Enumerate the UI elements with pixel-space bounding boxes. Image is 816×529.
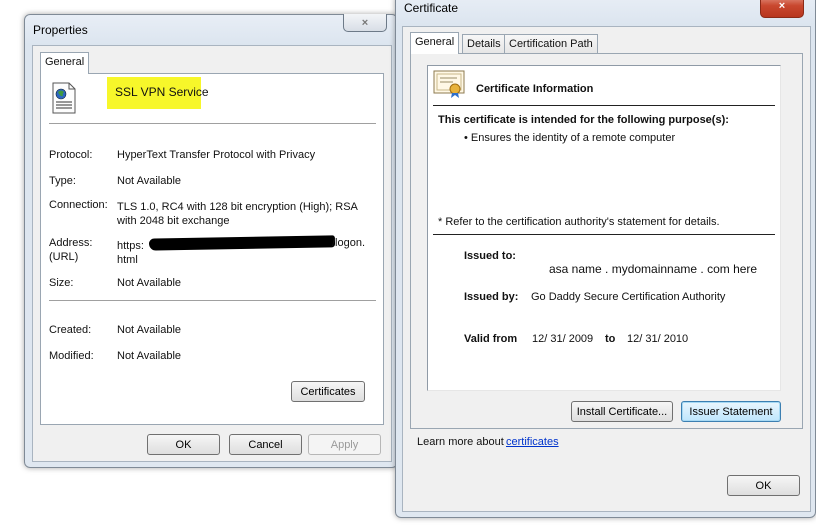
created-label: Created: (49, 324, 92, 336)
valid-from-label: Valid from (464, 333, 518, 345)
refer-note: * Refer to the certification authority's… (438, 216, 720, 228)
type-label: Type: (49, 175, 76, 187)
close-icon: × (778, 0, 786, 12)
connection-label: Connection: (49, 199, 108, 211)
properties-titlebar[interactable]: Properties × (25, 14, 397, 45)
issued-to-value: asa name . mydomainname . com here (549, 262, 758, 276)
tab-general[interactable]: General (410, 32, 460, 54)
issuer-statement-button[interactable]: Issuer Statement (681, 401, 781, 422)
issued-by-value: Go Daddy Secure Certification Authority (531, 291, 726, 303)
close-icon: × (361, 16, 369, 29)
apply-button-label: Apply (330, 438, 359, 451)
properties-title: Properties (33, 23, 88, 37)
url-label: (URL) (49, 251, 79, 263)
separator (433, 234, 775, 235)
purpose-heading: This certificate is intended for the fol… (438, 114, 729, 126)
properties-window: Properties × General SSL VPN Service Pro… (24, 14, 398, 468)
certificate-title: Certificate (404, 1, 459, 15)
address-label: Address: (49, 237, 93, 249)
modified-label: Modified: (49, 350, 94, 362)
valid-to-label: to (605, 333, 616, 345)
certificate-client-area: General Details Certification Path Certi… (402, 26, 811, 512)
install-certificate-button[interactable]: Install Certificate... (571, 401, 673, 422)
issued-by-label: Issued by: (464, 291, 519, 303)
purpose-item: • Ensures the identity of a remote compu… (464, 132, 676, 144)
properties-client-area: General SSL VPN Service Protocol: HyperT… (32, 45, 392, 462)
service-name: SSL VPN Service (115, 85, 209, 99)
ok-button-label: OK (175, 438, 192, 451)
address-prefix: https: (117, 240, 144, 252)
cancel-button[interactable]: Cancel (229, 434, 302, 455)
certificates-link[interactable]: certificates (506, 436, 559, 448)
tab-general[interactable]: General (40, 52, 90, 74)
certificate-window: Certificate × General Details Certificat… (395, 0, 816, 518)
size-label: Size: (49, 277, 74, 289)
cancel-button-label: Cancel (248, 438, 283, 451)
certificate-icon (433, 70, 465, 98)
address-suffix: /logon. (332, 237, 366, 249)
valid-to-value: 12/ 31/ 2010 (627, 333, 689, 345)
certificates-button[interactable]: Certificates (291, 381, 365, 402)
modified-value: Not Available (117, 350, 182, 362)
install-certificate-button-label: Install Certificate... (576, 405, 668, 418)
tab-general-label: General (415, 36, 455, 48)
certificate-close-button[interactable]: × (760, 0, 804, 18)
protocol-label: Protocol: (49, 149, 93, 161)
certificate-info-heading: Certificate Information (476, 83, 594, 95)
address-line2: html (117, 254, 138, 266)
certificates-button-label: Certificates (300, 385, 356, 398)
tab-certification-path[interactable]: Certification Path (504, 34, 598, 54)
separator (49, 300, 376, 302)
separator (49, 123, 376, 125)
learn-more-text: Learn more about (417, 436, 504, 448)
tab-general-label: General (45, 56, 85, 68)
properties-tab-page: SSL VPN Service Protocol: HyperText Tran… (40, 73, 384, 425)
tab-certification-path-label: Certification Path (509, 38, 593, 50)
redaction-mark (148, 235, 336, 251)
certificate-info-panel: Certificate Information This certificate… (427, 65, 781, 391)
certificate-tab-page: Certificate Information This certificate… (410, 53, 803, 448)
properties-close-button[interactable]: × (343, 14, 387, 32)
separator (433, 105, 775, 106)
connection-value: TLS 1.0, RC4 with 128 bit encryption (Hi… (117, 201, 358, 227)
apply-button[interactable]: Apply (308, 434, 381, 455)
tab-details[interactable]: Details (462, 34, 506, 54)
issued-to-label: Issued to: (464, 250, 516, 262)
size-value: Not Available (117, 277, 182, 289)
protocol-value: HyperText Transfer Protocol with Privacy (117, 149, 316, 161)
type-value: Not Available (117, 175, 182, 187)
certificate-ok-button[interactable]: OK (727, 475, 800, 496)
tab-details-label: Details (467, 38, 501, 50)
issuer-statement-button-label: Issuer Statement (689, 405, 773, 418)
valid-from-value: 12/ 31/ 2009 (532, 333, 594, 345)
certificate-ok-button-label: OK (755, 479, 772, 492)
ok-button[interactable]: OK (147, 434, 220, 455)
web-document-icon (52, 82, 76, 114)
created-value: Not Available (117, 324, 182, 336)
